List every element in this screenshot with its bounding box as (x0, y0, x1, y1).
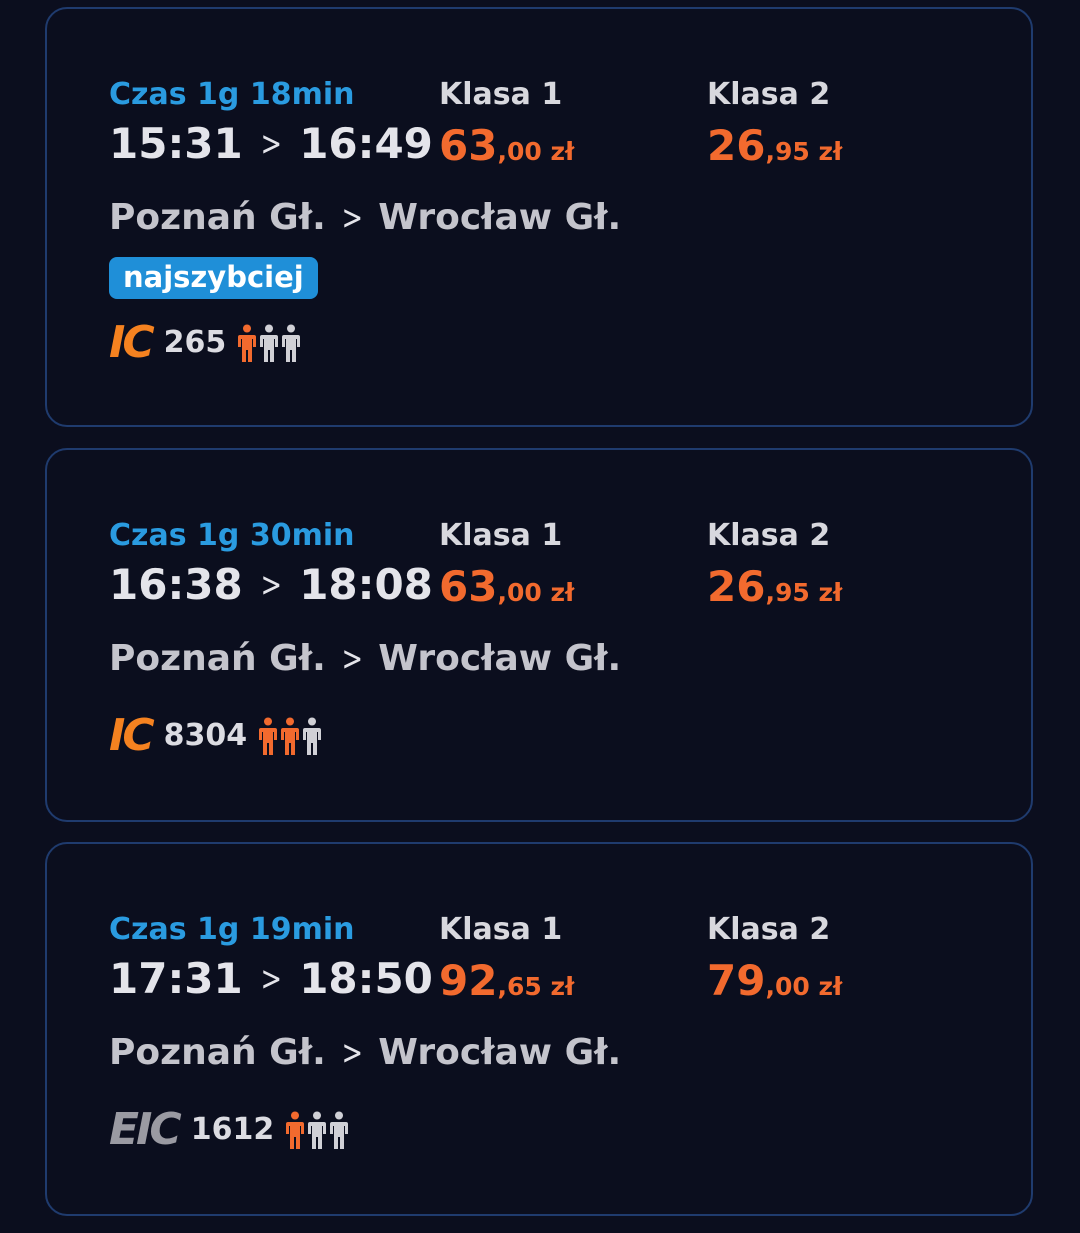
connection-card[interactable]: Czas 1g 30min 16:38 > 18:08 Klasa 1 63,0… (45, 448, 1033, 822)
intercity-logo: IC (109, 710, 155, 761)
person-icon (259, 717, 278, 755)
class2-price[interactable]: 26,95 zł (707, 562, 842, 611)
person-icon (303, 717, 322, 755)
class2-price[interactable]: 26,95 zł (707, 121, 842, 170)
route: Poznań Gł. > Wrocław Gł. (109, 638, 621, 679)
destination-station: Wrocław Gł. (378, 638, 622, 679)
person-icon (286, 1111, 305, 1149)
time-range: 17:31 > 18:50 (109, 954, 433, 1003)
class2-price[interactable]: 79,00 zł (707, 956, 842, 1005)
class1-label: Klasa 1 (439, 518, 563, 553)
chevron-right-icon: > (260, 564, 282, 605)
person-icon (260, 324, 279, 362)
chevron-right-icon: > (260, 958, 282, 999)
occupancy-indicator (286, 1111, 349, 1149)
class1-price[interactable]: 63,00 zł (439, 562, 574, 611)
class2-label: Klasa 2 (707, 518, 831, 553)
person-icon (308, 1111, 327, 1149)
class2-label: Klasa 2 (707, 77, 831, 112)
route: Poznań Gł. > Wrocław Gł. (109, 1032, 621, 1073)
train-info: EIC 1612 (109, 1104, 349, 1155)
class1-price[interactable]: 92,65 zł (439, 956, 574, 1005)
express-intercity-logo: EIC (109, 1104, 182, 1155)
intercity-logo: IC (109, 317, 155, 368)
train-number: 1612 (190, 1112, 275, 1147)
person-icon (282, 324, 301, 362)
arrival-time: 18:50 (299, 954, 433, 1003)
person-icon (330, 1111, 349, 1149)
class1-label: Klasa 1 (439, 77, 563, 112)
class1-label: Klasa 1 (439, 912, 563, 947)
time-range: 15:31 > 16:49 (109, 119, 433, 168)
arrival-time: 18:08 (299, 560, 433, 609)
chevron-right-icon: > (341, 197, 363, 238)
travel-duration: Czas 1g 18min (109, 77, 355, 112)
chevron-right-icon: > (341, 1032, 363, 1073)
origin-station: Poznań Gł. (109, 1032, 326, 1073)
departure-time: 16:38 (109, 560, 243, 609)
arrival-time: 16:49 (299, 119, 433, 168)
occupancy-indicator (259, 717, 322, 755)
train-number: 265 (163, 325, 227, 360)
route: Poznań Gł. > Wrocław Gł. (109, 197, 621, 238)
fastest-badge: najszybciej (109, 257, 318, 299)
train-number: 8304 (163, 718, 248, 753)
occupancy-indicator (238, 324, 301, 362)
time-range: 16:38 > 18:08 (109, 560, 433, 609)
origin-station: Poznań Gł. (109, 638, 326, 679)
train-info: IC 265 (109, 317, 301, 368)
connection-card[interactable]: Czas 1g 19min 17:31 > 18:50 Klasa 1 92,6… (45, 842, 1033, 1216)
departure-time: 15:31 (109, 119, 243, 168)
person-icon (238, 324, 257, 362)
departure-time: 17:31 (109, 954, 243, 1003)
destination-station: Wrocław Gł. (378, 197, 622, 238)
class1-price[interactable]: 63,00 zł (439, 121, 574, 170)
destination-station: Wrocław Gł. (378, 1032, 622, 1073)
class2-label: Klasa 2 (707, 912, 831, 947)
train-info: IC 8304 (109, 710, 322, 761)
travel-duration: Czas 1g 30min (109, 518, 355, 553)
travel-duration: Czas 1g 19min (109, 912, 355, 947)
person-icon (281, 717, 300, 755)
chevron-right-icon: > (260, 123, 282, 164)
origin-station: Poznań Gł. (109, 197, 326, 238)
chevron-right-icon: > (341, 638, 363, 679)
connection-card[interactable]: Czas 1g 18min 15:31 > 16:49 Klasa 1 63,0… (45, 7, 1033, 427)
